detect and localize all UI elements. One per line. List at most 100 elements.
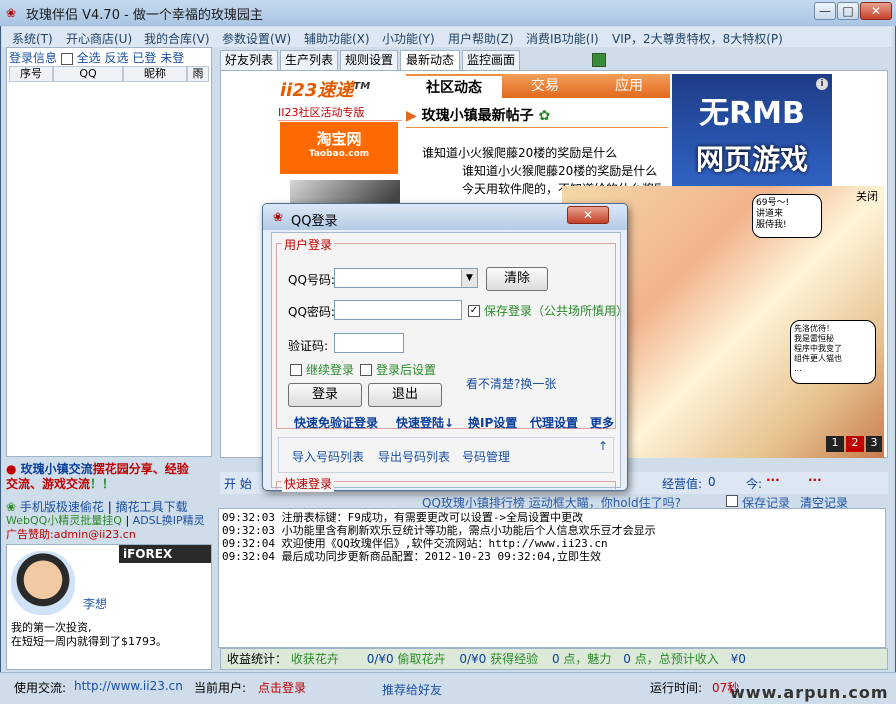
- exchange-url-link[interactable]: http://www.ii23.cn: [74, 679, 183, 693]
- promo-line2-suffix: ！！: [90, 477, 115, 491]
- info-icon[interactable]: i: [816, 78, 828, 90]
- login-info-link[interactable]: 登录信息: [9, 51, 57, 65]
- invert-link[interactable]: 反选: [105, 51, 129, 65]
- manage-numbers-link[interactable]: 号码管理: [462, 448, 510, 465]
- qq-number-combo[interactable]: ▼: [334, 268, 478, 288]
- column-header-index[interactable]: 序号: [9, 66, 53, 82]
- promo-line2: 交流、游戏交流: [6, 477, 91, 491]
- captcha-field[interactable]: [334, 333, 404, 353]
- spreadsheet-icon[interactable]: [592, 53, 606, 67]
- proxy-settings-link[interactable]: 代理设置: [530, 414, 578, 431]
- maximize-button[interactable]: □: [837, 2, 859, 20]
- stats-bar: 收益统计： 收获花卉 0/¥0 偷取花卉 0/¥0 获得经验 0 点，魅力 0 …: [220, 648, 888, 670]
- save-login-checkbox[interactable]: ✓: [468, 305, 480, 317]
- export-list-link[interactable]: 导出号码列表: [378, 448, 450, 465]
- import-list-link[interactable]: 导入号码列表: [292, 448, 364, 465]
- status-bar: 使用交流: http://www.ii23.cn 当前用户: 点击登录 推荐给好…: [0, 672, 896, 704]
- exp-label: 获得经验: [490, 652, 539, 666]
- login-button[interactable]: 登录: [288, 383, 362, 407]
- log-line: 09:32:04 最后成功同步更新商品配置：2012-10-23 09:32:0…: [222, 550, 602, 563]
- menu-my-warehouse[interactable]: 我的合库(V): [144, 30, 210, 47]
- not-logged-link[interactable]: 未登: [160, 51, 184, 65]
- close-ad-link[interactable]: 关闭: [856, 188, 878, 204]
- mobile-steal-link[interactable]: 手机版极速偷花: [20, 500, 104, 514]
- clear-button[interactable]: 清除: [486, 267, 548, 291]
- more-link[interactable]: 更多: [590, 414, 614, 431]
- menu-vip[interactable]: VIP，2大尊贵特权，8大特权(P): [612, 30, 783, 47]
- tab-trade[interactable]: 交易: [502, 74, 588, 98]
- tab-bar: 好友列表 生产列表 规则设置 最新动态 监控画面: [220, 50, 890, 71]
- quick-no-captcha-link[interactable]: 快速免验证登录: [294, 414, 378, 431]
- webqq-link[interactable]: WebQQ小精灵批量挂Q: [6, 514, 122, 527]
- tab-community[interactable]: 社区动态: [406, 74, 502, 98]
- menu-assist[interactable]: 辅助功能(X): [304, 30, 370, 47]
- news-item[interactable]: 谁知道小火猴爬藤20楼的奖励是什么: [462, 162, 657, 179]
- save-log-checkbox[interactable]: [726, 495, 738, 507]
- adsl-link[interactable]: ADSL换IP精灵: [133, 514, 205, 527]
- exp-label: 经营值:: [662, 477, 703, 491]
- smiling-man-photo: [11, 551, 75, 615]
- exp-value: 0: [551, 652, 560, 666]
- menu-system[interactable]: 系统(T): [12, 30, 53, 47]
- exit-button[interactable]: 退出: [368, 383, 442, 407]
- minimize-button[interactable]: —: [814, 2, 836, 20]
- log-header: QQ玫瑰小镇排行榜 运动框大瞄，你hold住了吗? 保存记录 清空记录: [220, 494, 888, 510]
- close-button[interactable]: ✕: [860, 2, 892, 20]
- promo-title-suffix: 摆花园分享、经验: [92, 462, 189, 476]
- taobao-banner[interactable]: 淘宝网 Taobao.com: [280, 122, 398, 174]
- ad-page-2[interactable]: 2: [846, 436, 864, 452]
- title-bar: ❀ 玫瑰伴侣 V4.70 - 做一个幸福的玫瑰园主 — □ ✕: [0, 0, 896, 26]
- tab-production[interactable]: 生产列表: [280, 50, 338, 70]
- tab-apps[interactable]: 应用: [588, 74, 670, 98]
- save-login-label[interactable]: 保存登录（公共场所慎用）: [484, 302, 628, 319]
- tab-friends[interactable]: 好友列表: [220, 50, 278, 70]
- ad-sponsor-label: 广告赞助:admin@ii23.cn: [6, 528, 136, 541]
- rmb-game-ad[interactable]: 无RMB 网页游戏 i: [672, 74, 832, 186]
- menu-consume-ib[interactable]: 消费IB功能(I): [526, 30, 599, 47]
- ad-text-2: 在短短一周内就得到了$1793。: [11, 635, 167, 648]
- charm-label: 点，魅力: [563, 652, 612, 666]
- select-all-checkbox[interactable]: [60, 52, 73, 65]
- column-header-rain[interactable]: 雨: [187, 66, 209, 82]
- iforex-ad[interactable]: iFOREX 李想 我的第一次投资, 在短短一周内就得到了$1793。: [6, 544, 212, 670]
- flower-icon: ✿: [538, 108, 551, 124]
- qq-password-field[interactable]: [334, 300, 462, 320]
- promo-title[interactable]: 玫瑰小镇交流: [21, 462, 93, 476]
- menu-happy-shop[interactable]: 开心商店(U): [66, 30, 132, 47]
- tab-rules[interactable]: 规则设置: [340, 50, 398, 70]
- menu-bar: 系统(T) 开心商店(U) 我的合库(V) 参数设置(W) 辅助功能(X) 小功…: [2, 27, 892, 47]
- continue-login-label[interactable]: 继续登录: [306, 361, 354, 378]
- ii23-logo: ii23速递TM: [280, 80, 371, 101]
- post-login-settings-label[interactable]: 登录后设置: [376, 361, 436, 378]
- column-header-qq[interactable]: QQ: [53, 66, 123, 82]
- qq-login-dialog: ❀ QQ登录 ✕ 用户登录 QQ号码: ▼ 清除 QQ密码: ✓ 保存登录（公共…: [262, 203, 628, 492]
- menu-parameters[interactable]: 参数设置(W): [222, 30, 291, 47]
- news-item[interactable]: 谁知道小火猴爬藤20楼的奖励是什么: [422, 144, 617, 161]
- logged-link[interactable]: 已登: [132, 51, 156, 65]
- post-login-settings-checkbox[interactable]: [360, 364, 372, 376]
- tab-monitor[interactable]: 监控画面: [462, 50, 520, 70]
- current-user-label: 当前用户:: [194, 681, 247, 695]
- change-ip-link[interactable]: 换IP设置: [468, 414, 517, 431]
- chevron-down-icon[interactable]: ▼: [461, 269, 477, 287]
- recommend-link[interactable]: 推荐给好友: [382, 681, 442, 698]
- quick-login-link[interactable]: 快速登陆↓: [396, 414, 454, 431]
- app-rose-icon: ❀: [6, 6, 17, 20]
- tool-download-link[interactable]: 摘花工具下载: [116, 500, 188, 514]
- news-heading: ▶ 玫瑰小镇最新帖子 ✿: [406, 104, 668, 128]
- ad-page-3[interactable]: 3: [866, 436, 882, 452]
- tab-latest-news[interactable]: 最新动态: [400, 50, 460, 71]
- click-login-link[interactable]: 点击登录: [258, 679, 306, 696]
- arrow-up-icon[interactable]: ↑: [598, 439, 608, 453]
- user-login-title: 用户登录: [282, 236, 335, 253]
- dialog-close-button[interactable]: ✕: [567, 206, 609, 224]
- menu-small-functions[interactable]: 小功能(Y): [382, 30, 435, 47]
- menu-help[interactable]: 用户帮助(Z): [448, 30, 514, 47]
- ad-page-1[interactable]: 1: [826, 436, 844, 452]
- continue-login-checkbox[interactable]: [290, 364, 302, 376]
- dialog-title-bar: ❀ QQ登录 ✕: [263, 204, 627, 230]
- start-button[interactable]: 开 始: [224, 475, 252, 492]
- column-header-nickname[interactable]: 昵称: [123, 66, 187, 82]
- refresh-captcha-link[interactable]: 看不清楚?换一张: [466, 375, 556, 392]
- select-all-link[interactable]: 全选: [77, 51, 101, 65]
